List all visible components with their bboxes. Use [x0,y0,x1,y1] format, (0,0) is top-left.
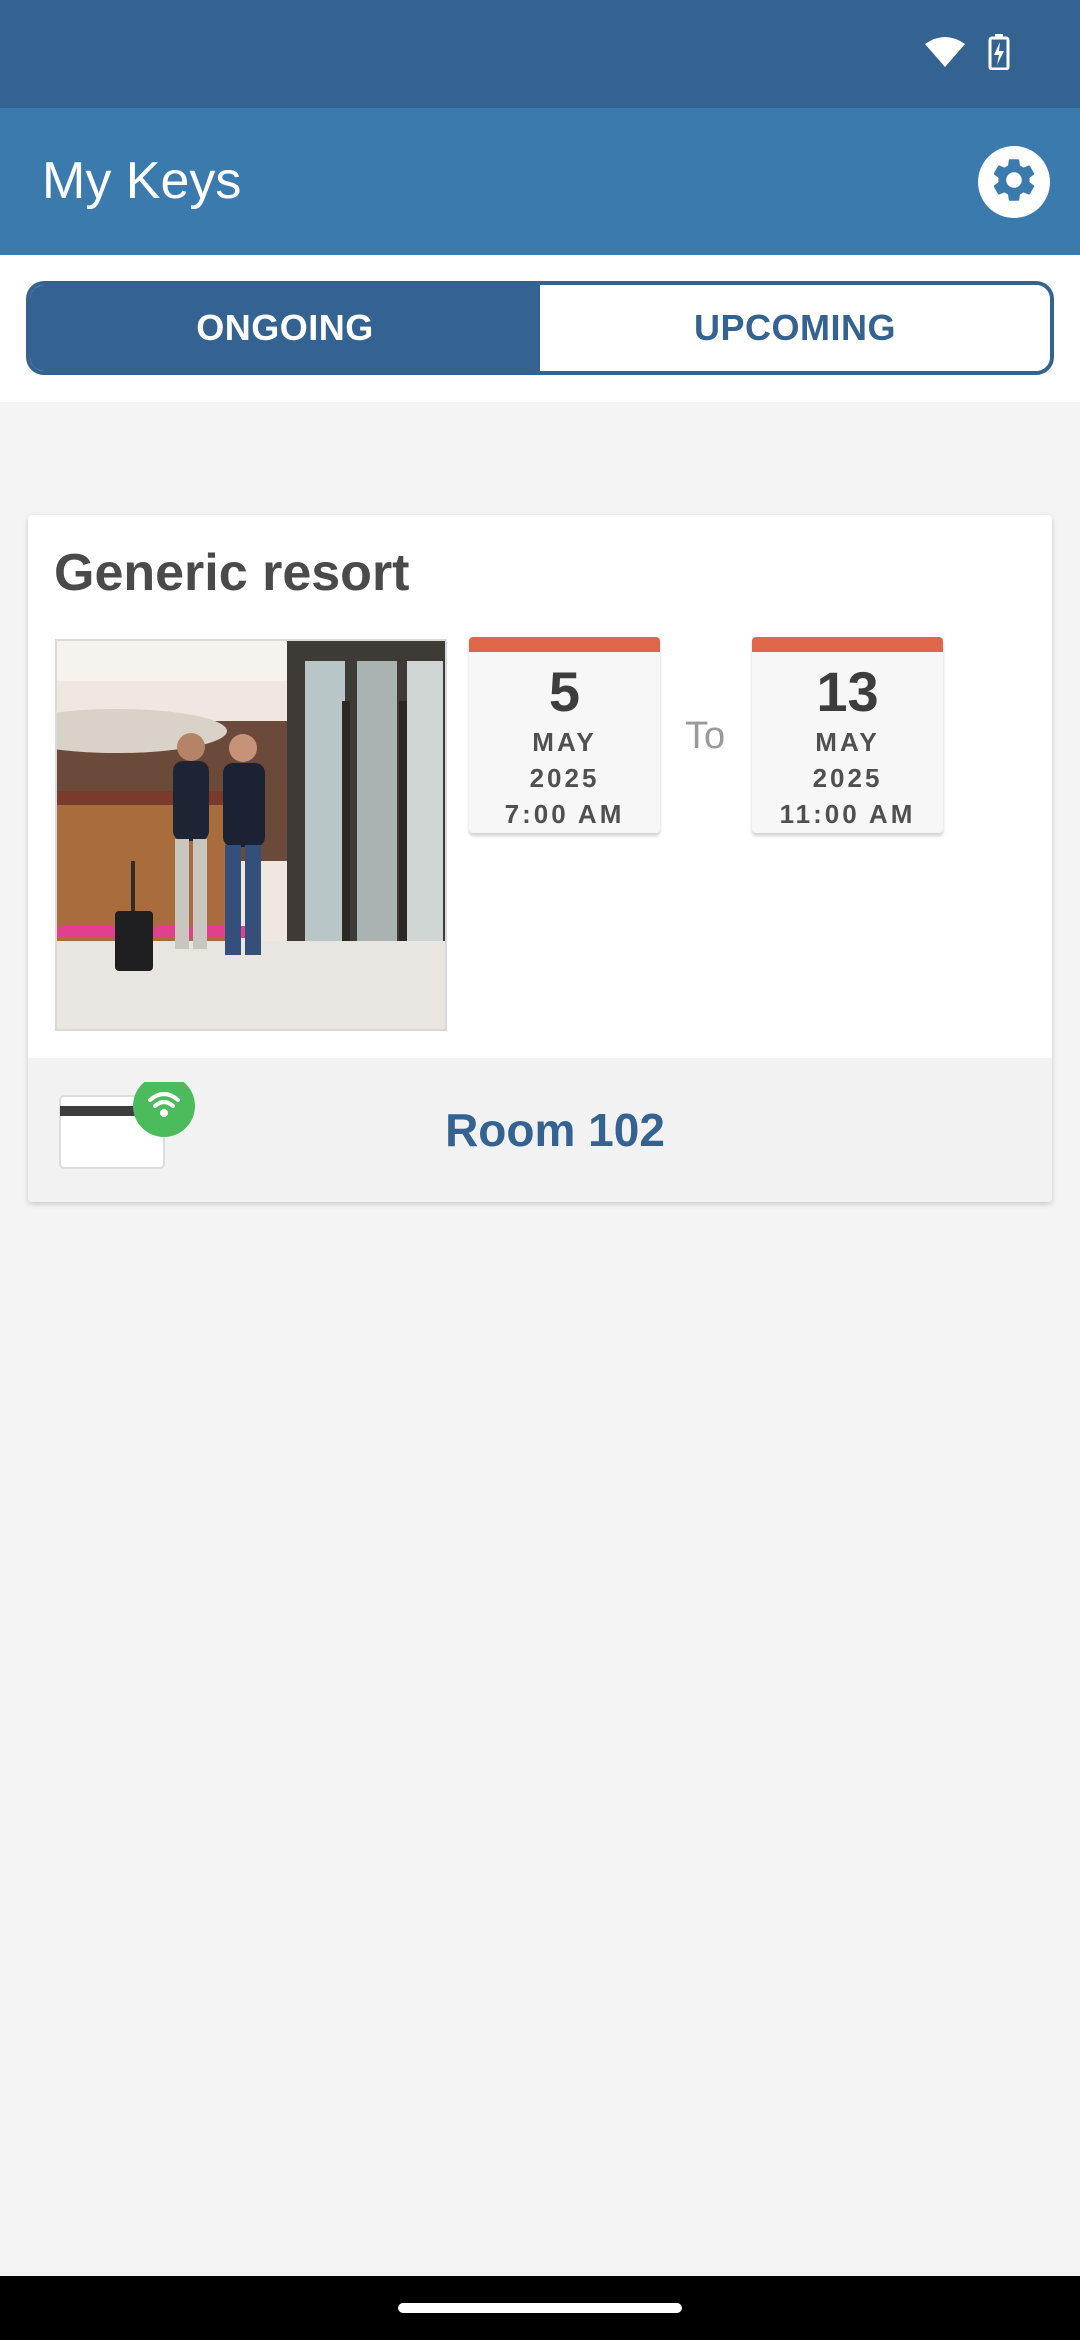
key-card[interactable]: Generic resort 5 MAY 2025 7:00 AM To 13 … [28,515,1052,1202]
date-separator: To [685,715,726,757]
battery-charging-icon [988,34,1010,75]
navigation-bar [0,2276,1080,2340]
status-icons [924,34,1010,75]
hotel-photo [55,639,447,1031]
start-date-tile: 5 MAY 2025 7:00 AM [469,637,660,833]
settings-button[interactable] [978,146,1050,218]
wifi-icon [924,36,966,73]
end-date-tile: 13 MAY 2025 11:00 AM [752,637,943,833]
start-time: 7:00 AM [504,799,625,829]
tab-area: ONGOING UPCOMING [0,255,1080,402]
tab-upcoming[interactable]: UPCOMING [540,285,1050,371]
end-year: 2025 [812,763,883,793]
status-bar [0,0,1080,108]
calendar-top-bar [752,637,943,652]
room-number: Room 102 [445,1104,665,1156]
card-footer[interactable]: Room 102 [28,1058,1052,1202]
segmented-control: ONGOING UPCOMING [26,281,1054,375]
calendar-top-bar [469,637,660,652]
start-year: 2025 [529,763,600,793]
start-day: 5 [548,660,581,723]
end-time: 11:00 AM [779,799,916,829]
end-month: MAY [815,727,880,757]
app-bar: My Keys [0,108,1080,255]
start-month: MAY [532,727,597,757]
hotel-name: Generic resort [54,544,410,602]
gear-icon [988,154,1040,211]
home-gesture-handle[interactable] [398,2303,682,2313]
end-day: 13 [816,660,879,723]
tab-ongoing[interactable]: ONGOING [30,285,540,371]
page-title: My Keys [42,152,242,210]
